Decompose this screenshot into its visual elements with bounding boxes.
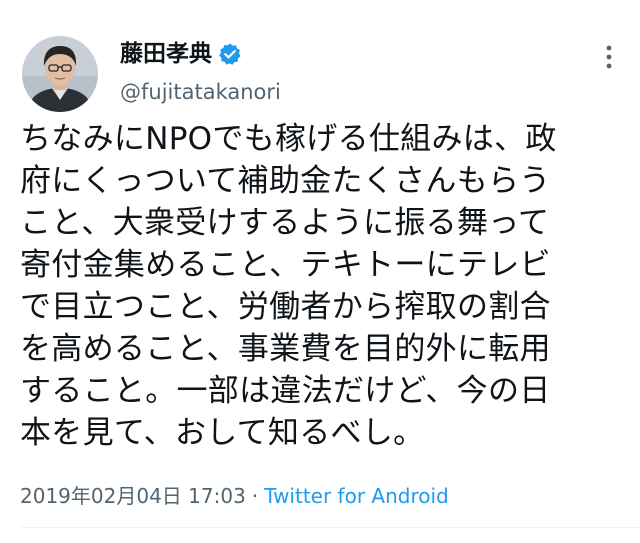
tweet-text-line: 府にくっついて補助金たくさんもらう (20, 163, 551, 199)
tweet-text-line: 本を見て、おして知るべし。 (20, 415, 425, 451)
person-photo-icon (22, 36, 98, 112)
tweet-text-line: 寄付金集めること、テキトーにテレビ (20, 247, 551, 283)
display-name[interactable]: 藤田孝典 (120, 38, 212, 70)
avatar[interactable] (22, 36, 98, 112)
meta-separator: · (251, 484, 259, 508)
verified-badge-icon (218, 42, 242, 66)
tweet-meta: 2019年02月04日 17:03 · Twitter for Android (20, 482, 449, 510)
tweet-text-line: こと、大衆受けするように振る舞って (20, 205, 550, 241)
tweet-text-line: ちなみにNPOでも稼げる仕組みは、政 (20, 121, 557, 157)
tweet-text: ちなみにNPOでも稼げる仕組みは、政 府にくっついて補助金たくさんもらう こと、… (20, 118, 620, 454)
divider (20, 527, 640, 528)
tweet-text-line: を高めること、事業費を目的外に転用 (20, 331, 551, 367)
author-handle[interactable]: @fujitatakanori (120, 78, 281, 106)
tweet-card: 藤田孝典 @fujitatakanori ちなみにNPOでも稼げる仕組みは、政 … (0, 0, 640, 543)
tweet-text-line: すること。一部は違法だけど、今の日 (20, 373, 551, 409)
tweet-source-link[interactable]: Twitter for Android (264, 484, 449, 508)
tweet-timestamp[interactable]: 2019年02月04日 17:03 (20, 484, 246, 508)
author-name-row: 藤田孝典 (120, 38, 242, 70)
tweet-text-line: で目立つこと、労働者から搾取の割合 (20, 289, 551, 325)
more-options-icon[interactable] (600, 44, 618, 70)
